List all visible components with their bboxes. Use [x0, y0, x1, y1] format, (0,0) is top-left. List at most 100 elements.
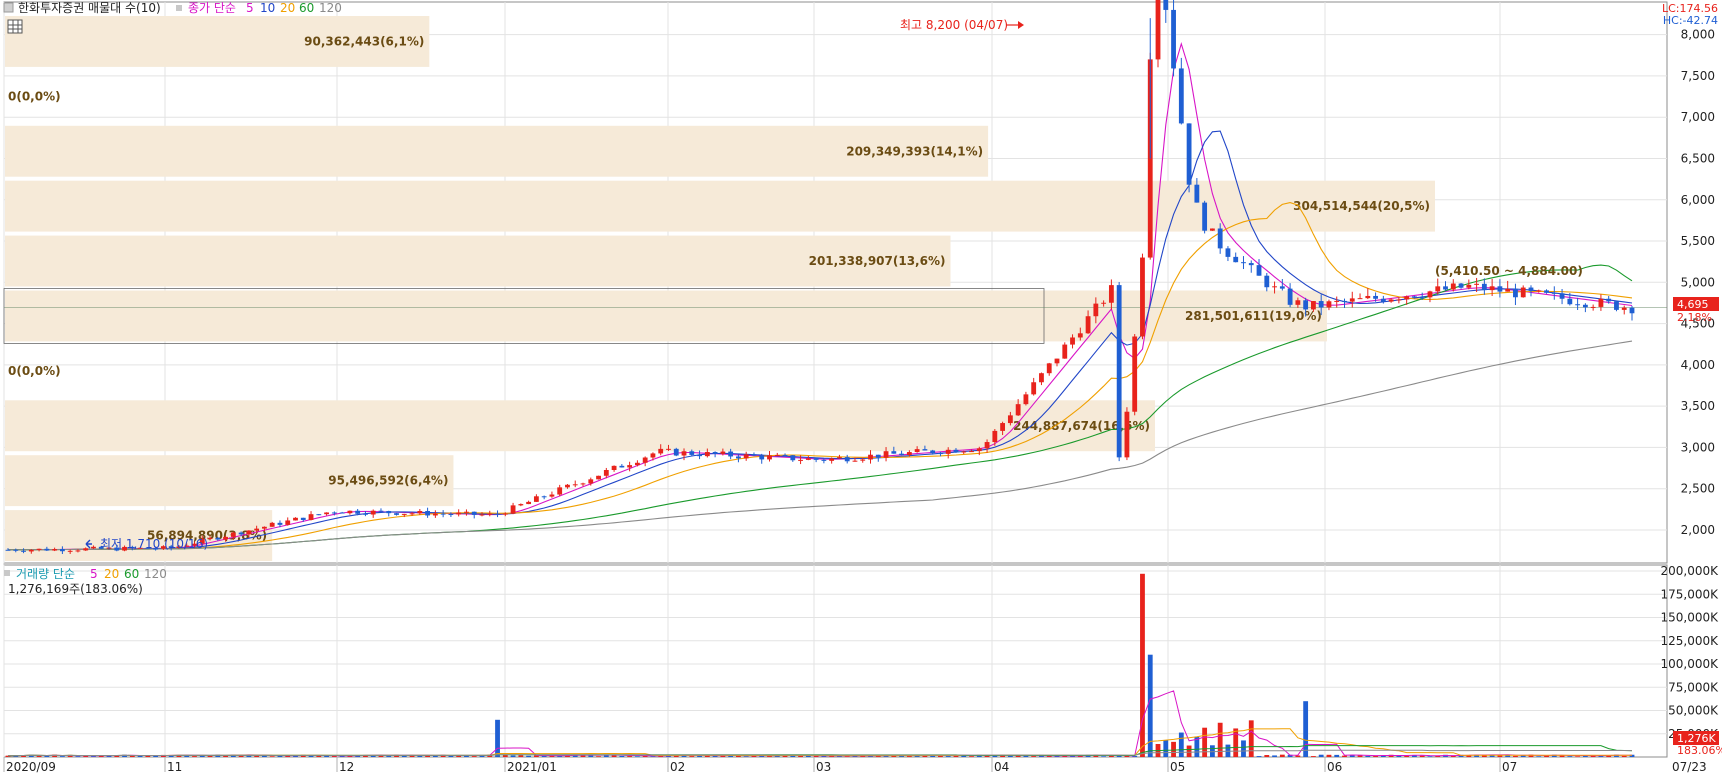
candle-body	[1419, 297, 1425, 299]
ma-legend-prefix: 종가 단순	[188, 1, 236, 15]
candle-body	[293, 517, 298, 521]
y-tick-label: 5,500	[1681, 234, 1715, 248]
candle-body	[906, 452, 912, 455]
candle-body	[1474, 283, 1480, 285]
candle-body	[1342, 300, 1347, 302]
candle-body	[417, 510, 423, 514]
candle-body	[1606, 298, 1612, 302]
volume-bar	[1256, 756, 1262, 757]
candle-body	[533, 496, 539, 502]
candle-body	[1256, 265, 1262, 276]
candle-body	[1575, 304, 1581, 306]
candle-body	[510, 505, 516, 514]
candle-body	[642, 457, 648, 463]
y-tick-label: 6,000	[1681, 193, 1715, 207]
candle-body	[1070, 337, 1075, 345]
volume-bar	[518, 755, 524, 757]
volume-bar	[1567, 756, 1573, 757]
candle-body	[1528, 287, 1534, 291]
candle-body	[1116, 285, 1122, 458]
legend-toggle-icon[interactable]	[3, 2, 14, 13]
volume-bar	[1101, 756, 1107, 757]
candle-body	[1629, 307, 1635, 314]
candle-body	[324, 512, 329, 515]
candle-body	[813, 458, 819, 460]
candle-body	[1140, 257, 1145, 337]
candle-body	[425, 510, 431, 516]
volume-bar	[432, 755, 438, 757]
candle-body	[432, 513, 438, 516]
candle-body	[572, 484, 578, 486]
volume-bar	[619, 755, 625, 757]
candle-body	[1279, 286, 1285, 289]
candle-body	[619, 465, 625, 468]
candle-body	[984, 442, 990, 449]
volume-bar	[1311, 756, 1316, 757]
candle-body	[736, 456, 741, 459]
candle-body	[308, 514, 314, 520]
y-tick-label: 7,000	[1681, 110, 1715, 124]
volume-profile-label: 244,887,674(16,5%)	[1013, 419, 1150, 433]
candle-body	[767, 455, 772, 460]
y-tick-label: 6,500	[1681, 151, 1715, 165]
candle-body	[650, 453, 656, 458]
candle-body	[1241, 262, 1246, 264]
candle-body	[246, 530, 252, 535]
x-tick-label: 02	[670, 760, 685, 774]
candle-body	[1039, 373, 1044, 383]
y-tick-label: 2,000	[1681, 523, 1715, 537]
volume-profile-label: 0(0,0%)	[8, 364, 61, 378]
volume-bar	[945, 756, 951, 757]
candle-body	[36, 548, 42, 550]
volume-bar	[269, 756, 275, 757]
vol-legend-20: 20	[104, 567, 119, 581]
candle-body	[821, 459, 827, 461]
candle-body	[961, 451, 967, 453]
volume-bar	[1606, 755, 1612, 757]
candle-body	[401, 513, 407, 515]
candle-body	[1404, 296, 1410, 300]
candle-body	[1466, 284, 1472, 288]
volume-profile-layer: 56,894,890(3,8%)95,496,592(6,4%)244,887,…	[3, 16, 1667, 561]
candle-body	[1023, 394, 1029, 405]
candle-body	[1202, 202, 1208, 231]
candle-body	[5, 549, 11, 551]
candle-body	[464, 511, 469, 513]
candle-body	[409, 513, 415, 515]
candle-body	[1287, 288, 1293, 305]
candle-body	[1349, 298, 1355, 302]
volume-panel-grid	[3, 564, 1668, 758]
candle-body	[798, 459, 803, 461]
stock-chart: 56,894,890(3,8%)95,496,592(6,4%)244,887,…	[3, 0, 1722, 774]
candle-body	[658, 448, 664, 454]
volume-bar	[634, 756, 640, 757]
candle-body	[378, 510, 384, 512]
candle-body	[565, 484, 570, 488]
volume-profile-bar	[5, 125, 989, 177]
table-view-icon[interactable]	[7, 19, 23, 34]
candle-body	[1124, 411, 1130, 458]
ma-legend-20: 20	[280, 1, 295, 15]
volume-profile-label: 90,362,443(6,1%)	[304, 34, 424, 48]
volume-profile-label: 281,501,611(19,0%)	[1185, 309, 1322, 323]
candle-body	[743, 454, 749, 459]
volume-bar	[1536, 756, 1542, 757]
candle-body	[1077, 333, 1083, 338]
candle-body	[1582, 304, 1588, 308]
candle-body	[456, 512, 462, 515]
candle-body	[1450, 283, 1456, 290]
candle-body	[1520, 287, 1526, 298]
candle-body	[1412, 296, 1417, 298]
vol-legend-5: 5	[90, 567, 98, 581]
candle-body	[1326, 301, 1332, 308]
candle-body	[634, 462, 640, 466]
candle-body	[285, 520, 291, 525]
volume-profile-label: 304,514,544(20,5%)	[1293, 199, 1430, 213]
candle-body	[704, 451, 710, 457]
y-tick-label: 8,000	[1681, 28, 1715, 42]
candle-body	[59, 549, 65, 552]
candle-body	[1085, 316, 1091, 334]
volume-bar	[1334, 754, 1340, 757]
volume-bar	[316, 755, 322, 757]
volume-bar	[596, 756, 601, 757]
